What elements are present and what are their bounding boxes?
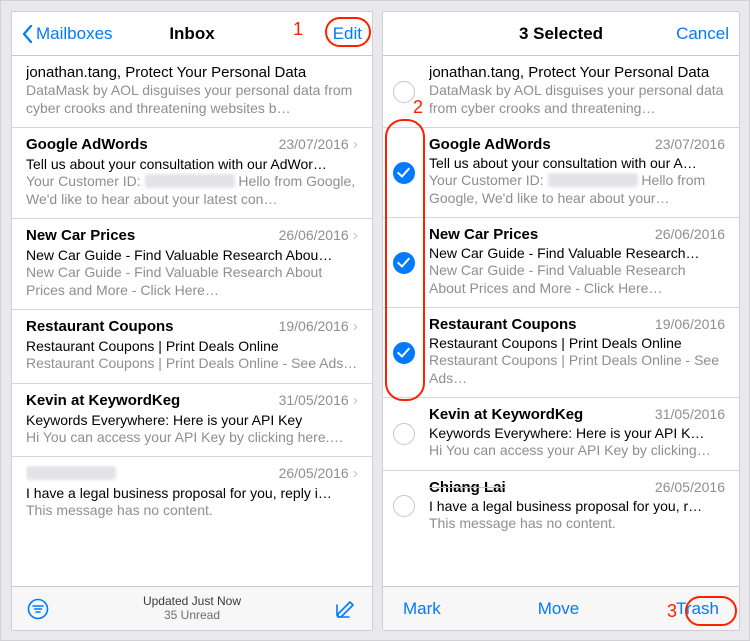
trash-button[interactable]: Trash	[676, 599, 719, 619]
inbox-panel: Mailboxes Inbox Edit jonathan.tang, Prot…	[11, 11, 373, 631]
sender: Chiang Lai	[429, 479, 655, 496]
back-label: Mailboxes	[36, 24, 113, 44]
status-line1: Updated Just Now	[143, 595, 241, 609]
sender: Restaurant Coupons	[429, 316, 655, 333]
sender: New Car Prices	[26, 227, 279, 244]
chevron-right-icon: ›	[353, 392, 358, 410]
edit-panel: 3 Selected Cancel jonathan.tang, Protect…	[382, 11, 740, 631]
preview: Hi You can access your API Key by clicki…	[26, 429, 358, 447]
message-list: jonathan.tang, Protect Your Personal Dat…	[12, 56, 372, 530]
selection-title: 3 Selected	[519, 24, 603, 44]
navbar-right: 3 Selected Cancel	[383, 12, 739, 56]
chevron-left-icon	[22, 25, 33, 43]
date: 23/07/2016	[279, 136, 349, 152]
chevron-right-icon: ›	[353, 465, 358, 483]
message-row[interactable]: New Car Prices26/06/2016 New Car Guide - …	[383, 218, 739, 308]
selection-checkbox[interactable]	[393, 342, 415, 364]
sender: Restaurant Coupons	[26, 318, 279, 335]
preview: New Car Guide - Find Valuable Research A…	[26, 264, 358, 299]
toolbar-left: Updated Just Now 35 Unread	[12, 586, 372, 630]
message-row[interactable]: 26/05/2016› I have a legal business propo…	[12, 457, 372, 530]
edit-button[interactable]: Edit	[323, 12, 372, 56]
selection-checkbox[interactable]	[393, 495, 415, 517]
redacted	[145, 174, 235, 188]
redacted	[26, 466, 116, 480]
cancel-button[interactable]: Cancel	[666, 12, 739, 56]
selection-checkbox[interactable]	[393, 252, 415, 274]
preview: Your Customer ID: Hello from Google, We'…	[26, 173, 358, 208]
compose-icon[interactable]	[334, 597, 358, 621]
preview: Hi You can access your API Key by clicki…	[429, 442, 725, 460]
message-row[interactable]: Restaurant Coupons19/06/2016› Restaurant …	[12, 310, 372, 384]
preview: Restaurant Coupons | Print Deals Online …	[429, 352, 725, 387]
cancel-label: Cancel	[676, 24, 729, 44]
subject: New Car Guide - Find Valuable Research A…	[26, 247, 358, 263]
date: 23/07/2016	[655, 136, 725, 152]
back-button[interactable]: Mailboxes	[12, 12, 123, 56]
preview: DataMask by AOL disguises your personal …	[26, 82, 358, 117]
subject: Restaurant Coupons | Print Deals Online	[429, 335, 725, 351]
subject: Restaurant Coupons | Print Deals Online	[26, 338, 358, 354]
sender: Google AdWords	[429, 136, 655, 153]
subject: New Car Guide - Find Valuable Research…	[429, 245, 725, 261]
chevron-right-icon: ›	[353, 136, 358, 154]
message-row[interactable]: New Car Prices26/06/2016› New Car Guide -…	[12, 219, 372, 310]
subject: Tell us about your consultation with our…	[429, 155, 725, 171]
message-row[interactable]: Kevin at KeywordKeg31/05/2016› Keywords E…	[12, 384, 372, 458]
message-row[interactable]: Restaurant Coupons19/06/2016 Restaurant C…	[383, 308, 739, 398]
subject: Tell us about your consultation with our…	[26, 156, 358, 172]
page-title: Inbox	[169, 24, 214, 44]
preview: DataMask by AOL disguises your personal …	[429, 82, 725, 117]
date: 31/05/2016	[279, 392, 349, 408]
move-button[interactable]: Move	[538, 599, 580, 619]
selection-checkbox[interactable]	[393, 162, 415, 184]
subject: I have a legal business proposal for you…	[429, 498, 725, 514]
edit-label: Edit	[333, 24, 362, 44]
sender: jonathan.tang, Protect Your Personal Dat…	[26, 64, 358, 81]
message-row[interactable]: jonathan.tang, Protect Your Personal Dat…	[383, 56, 739, 128]
preview: Restaurant Coupons | Print Deals Online …	[26, 355, 358, 373]
selection-checkbox[interactable]	[393, 423, 415, 445]
toolbar-right: Mark Move Trash	[383, 586, 739, 630]
subject: I have a legal business proposal for you…	[26, 485, 358, 501]
preview: This message has no content.	[26, 502, 358, 520]
message-row[interactable]: Chiang Lai26/05/2016 I have a legal busin…	[383, 471, 739, 543]
navbar-left: Mailboxes Inbox Edit	[12, 12, 372, 56]
message-row[interactable]: jonathan.tang, Protect Your Personal Dat…	[12, 56, 372, 128]
selection-checkbox[interactable]	[393, 81, 415, 103]
status-text: Updated Just Now 35 Unread	[143, 595, 241, 623]
message-row[interactable]: Google AdWords23/07/2016 Tell us about yo…	[383, 128, 739, 218]
status-line2: 35 Unread	[143, 609, 241, 623]
sender: Google AdWords	[26, 136, 279, 153]
date: 26/06/2016	[655, 226, 725, 242]
message-row[interactable]: Kevin at KeywordKeg31/05/2016 Keywords Ev…	[383, 398, 739, 471]
preview: New Car Guide - Find Valuable Research A…	[429, 262, 725, 297]
sender: Kevin at KeywordKeg	[429, 406, 655, 423]
sender: jonathan.tang, Protect Your Personal Dat…	[429, 64, 725, 81]
preview: This message has no content.	[429, 515, 725, 533]
message-list-edit: jonathan.tang, Protect Your Personal Dat…	[383, 56, 739, 542]
filter-icon[interactable]	[26, 597, 50, 621]
date: 26/05/2016	[655, 479, 725, 495]
subject: Keywords Everywhere: Here is your API Ke…	[26, 412, 358, 428]
date: 26/06/2016	[279, 227, 349, 243]
sender	[26, 465, 279, 482]
subject: Keywords Everywhere: Here is your API K…	[429, 425, 725, 441]
mark-button[interactable]: Mark	[403, 599, 441, 619]
preview: Your Customer ID: Hello from Google, We'…	[429, 172, 725, 207]
message-row[interactable]: Google AdWords23/07/2016› Tell us about y…	[12, 128, 372, 219]
date: 31/05/2016	[655, 406, 725, 422]
chevron-right-icon: ›	[353, 318, 358, 336]
date: 19/06/2016	[655, 316, 725, 332]
chevron-right-icon: ›	[353, 227, 358, 245]
redacted	[548, 173, 638, 187]
date: 26/05/2016	[279, 465, 349, 481]
sender: Kevin at KeywordKeg	[26, 392, 279, 409]
date: 19/06/2016	[279, 318, 349, 334]
sender: New Car Prices	[429, 226, 655, 243]
